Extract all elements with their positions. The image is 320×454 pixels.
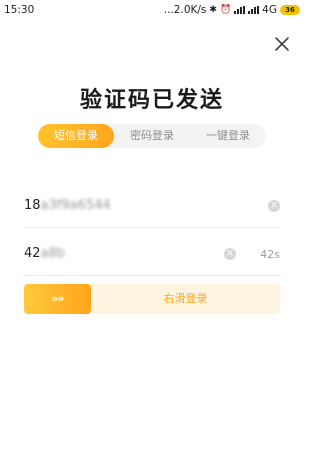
clear-code-icon[interactable]: ✕: [224, 248, 236, 260]
alarm-icon: ⏰: [219, 4, 232, 15]
network-type: 4G: [262, 4, 277, 16]
battery-icon: 36: [280, 5, 300, 15]
code-field-row: 42a8b ✕ 42s: [24, 232, 280, 276]
tab-password-login[interactable]: 密码登录: [114, 124, 190, 148]
resend-countdown[interactable]: 42s: [260, 248, 280, 261]
clear-phone-icon[interactable]: ✕: [268, 200, 280, 212]
bluetooth-icon: ✱: [209, 4, 217, 15]
net-speed: ...2.0K/s: [163, 4, 207, 16]
tab-sms-login[interactable]: 短信登录: [38, 124, 114, 148]
phone-field-row: 18a3f9a6544 ✕: [24, 184, 280, 228]
signal-icon: [248, 6, 260, 14]
slider-label: 右滑登录: [163, 292, 208, 305]
code-input[interactable]: 42a8b: [24, 242, 224, 266]
slider-handle[interactable]: »»: [24, 284, 91, 314]
tab-one-click-login[interactable]: 一键登录: [190, 124, 266, 148]
code-masked: a8b: [40, 246, 66, 261]
page-title: 验证码已发送: [79, 88, 224, 113]
phone-masked: a3f9a6544: [40, 198, 111, 213]
status-bar: 15:30 ...2.0K/s ✱ ⏰ 4G 36: [0, 0, 304, 20]
login-tabs: 短信登录 密码登录 一键登录: [38, 124, 266, 148]
slide-to-login[interactable]: »» 右滑登录: [24, 284, 280, 314]
close-icon: [275, 37, 289, 51]
code-prefix: 42: [24, 246, 41, 261]
status-icons: ...2.0K/s ✱ ⏰ 4G 36: [164, 4, 300, 16]
phone-prefix: 18: [24, 198, 41, 213]
phone-input[interactable]: 18a3f9a6544: [24, 194, 268, 218]
divider: [24, 275, 280, 276]
signal-icon: [234, 6, 246, 14]
close-button[interactable]: [272, 34, 292, 54]
battery-level: 36: [285, 6, 295, 14]
divider: [24, 227, 280, 228]
status-time: 15:30: [4, 4, 35, 16]
